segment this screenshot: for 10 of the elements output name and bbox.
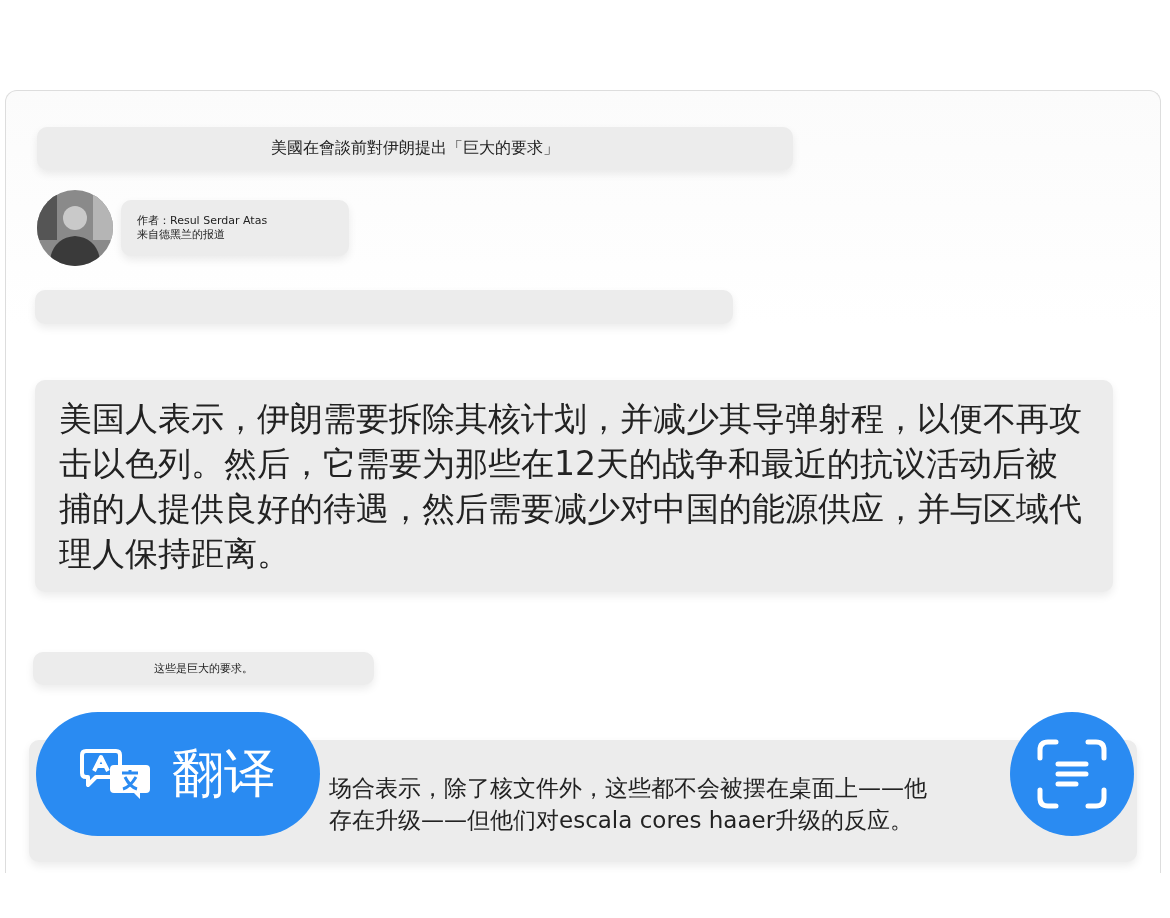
author-name: 作者：Resul Serdar Atas xyxy=(137,214,269,228)
dateline: 来自德黑兰的报道 xyxy=(137,228,226,242)
headline: 美國在會談前對伊朗提出「巨大的要求」 xyxy=(37,127,793,170)
paragraph-line: 存在升级——但他们对escala cores haaer升级的反应。 xyxy=(329,806,915,835)
quote-text: 美国人表示，伊朗需要拆除其核计划，并减少其导弹射程，以便不再攻击以色列。然后，它需要为那些在12天的战争和最近的抗议活动后被捕的人提供良好的待遇，然后需要减少对中国的能源供应，并与区域代理人保持距离。 xyxy=(35,380,1113,592)
translate-button[interactable]: 翻译 xyxy=(36,712,320,836)
translate-icon xyxy=(80,747,152,801)
paragraph-line: 场合表示，除了核文件外，这些都不会被摆在桌面上——他 xyxy=(329,774,928,803)
caption: 这些是巨大的要求。 xyxy=(33,652,374,685)
scan-text-icon xyxy=(1036,738,1108,810)
